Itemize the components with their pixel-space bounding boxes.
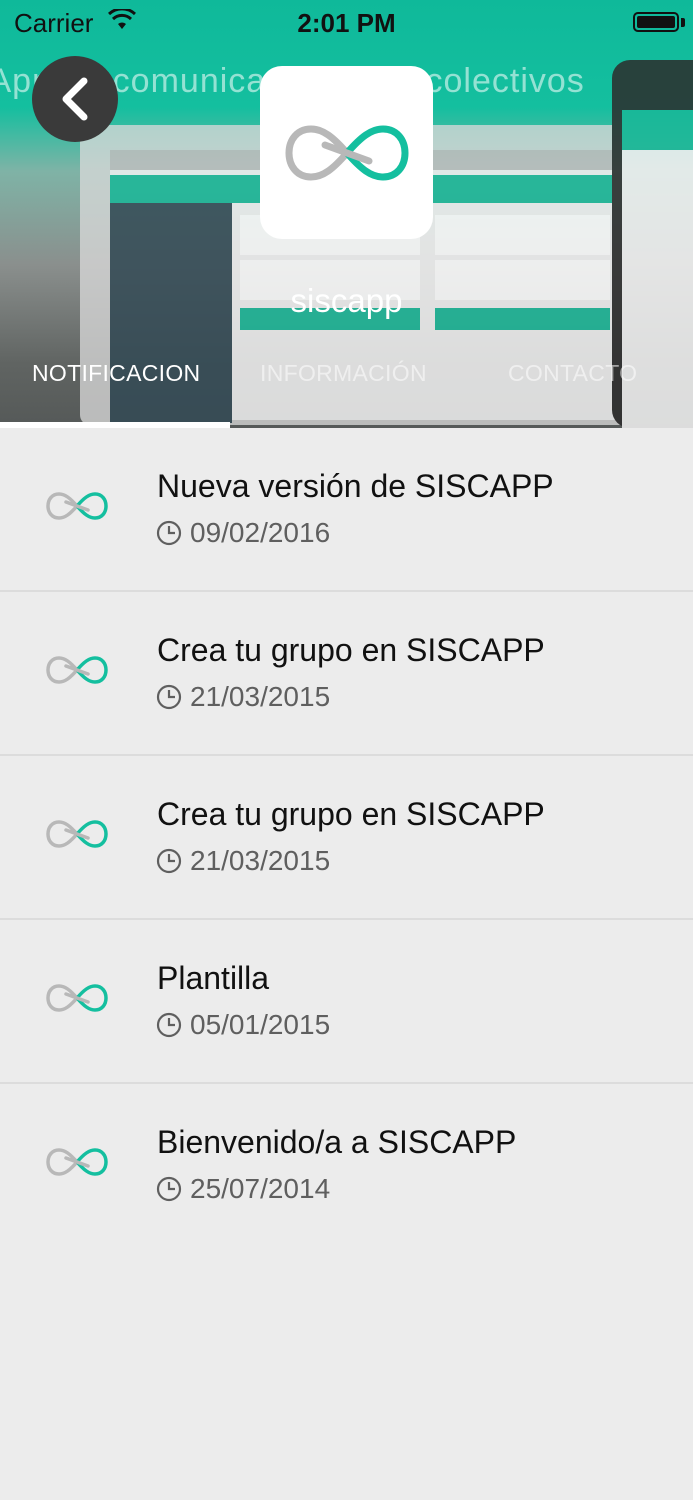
siscapp-logo-icon (46, 656, 108, 684)
notification-date: 25/07/2014 (190, 1173, 331, 1204)
notification-date: 09/02/2016 (190, 517, 331, 548)
list-item[interactable]: Plantilla 05/01/2015 (0, 920, 693, 1084)
notification-date-row: 21/03/2015 (156, 681, 330, 713)
clock-icon (156, 848, 182, 874)
list-item[interactable]: Crea tu grupo en SISCAPP 21/03/2015 (0, 756, 693, 920)
notification-date-row: 25/07/2014 (156, 1173, 330, 1205)
tab-informacion[interactable]: INFORMACIÓN (260, 360, 427, 387)
notification-date-row: 21/03/2015 (156, 845, 330, 877)
notification-date: 21/03/2015 (190, 681, 331, 712)
tab-notificacion[interactable]: NOTIFICACION (32, 360, 200, 387)
app-name: siscapp (290, 282, 403, 319)
clock-icon (156, 684, 182, 710)
clock-icon (156, 1176, 182, 1202)
battery-icon (633, 12, 679, 32)
siscapp-logo-icon (46, 492, 108, 520)
back-button[interactable] (32, 56, 118, 142)
notification-title: Nueva versión de SISCAPP (157, 468, 554, 504)
list-item[interactable]: Bienvenido/a a SISCAPP 25/07/2014 (0, 1084, 693, 1248)
siscapp-logo-icon (46, 1148, 108, 1176)
clock-time: 2:01 PM (297, 8, 396, 38)
clock-icon (156, 1012, 182, 1038)
notification-title: Plantilla (157, 960, 270, 996)
notification-date-row: 05/01/2015 (156, 1009, 330, 1041)
status-bar: Carrier 2:01 PM (0, 0, 693, 46)
tab-contacto[interactable]: CONTACTO (508, 360, 637, 387)
app-header: a App de comunicación para colectivos Ca… (0, 0, 693, 428)
app-logo (260, 66, 433, 239)
notification-date: 05/01/2015 (190, 1009, 331, 1040)
chevron-left-icon (62, 77, 88, 121)
notification-title: Crea tu grupo en SISCAPP (157, 632, 545, 668)
list-item[interactable]: Crea tu grupo en SISCAPP 21/03/2015 (0, 592, 693, 756)
notification-date: 21/03/2015 (190, 845, 331, 876)
siscapp-logo-icon (46, 820, 108, 848)
clock-icon (156, 520, 182, 546)
siscapp-logo-icon (284, 124, 409, 181)
siscapp-logo-icon (46, 984, 108, 1012)
notification-title: Bienvenido/a a SISCAPP (157, 1124, 517, 1160)
list-item[interactable]: Nueva versión de SISCAPP 09/02/2016 (0, 428, 693, 592)
notification-date-row: 09/02/2016 (156, 517, 330, 549)
battery-tip (681, 18, 685, 27)
notification-title: Crea tu grupo en SISCAPP (157, 796, 545, 832)
notification-list: Nueva versión de SISCAPP 09/02/2016 Crea… (0, 428, 693, 1248)
